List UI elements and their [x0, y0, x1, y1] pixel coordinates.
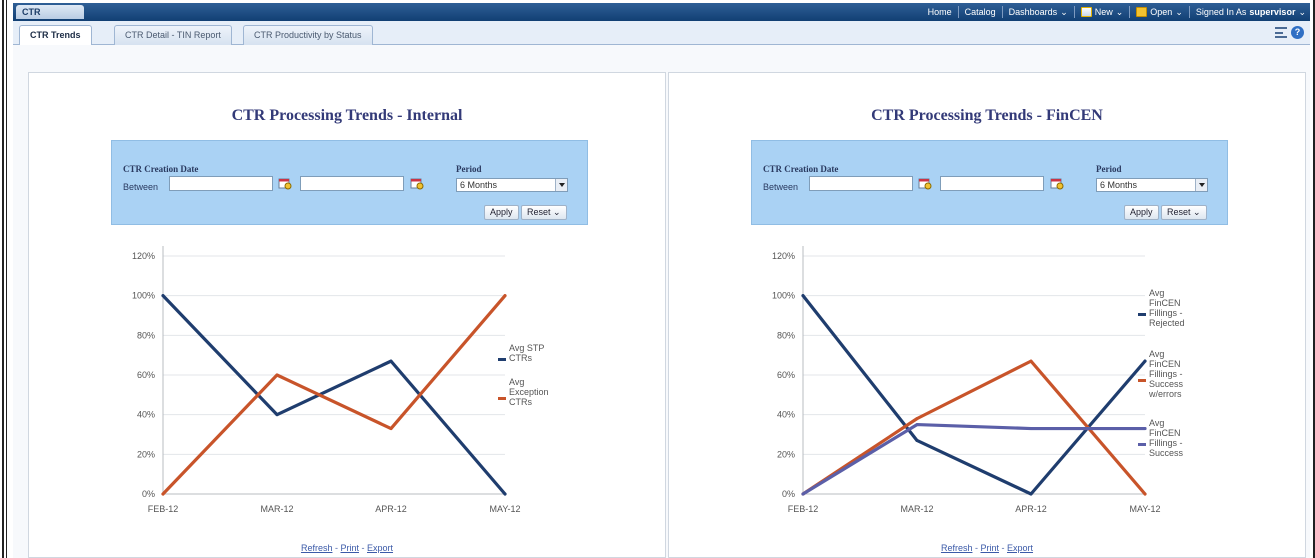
data-point[interactable]	[161, 294, 165, 298]
data-point[interactable]	[1143, 492, 1147, 496]
refresh-link[interactable]: Refresh	[301, 543, 333, 553]
username: supervisor	[1249, 7, 1296, 17]
data-point[interactable]	[275, 373, 279, 377]
chevron-down-icon: ⌄	[1115, 6, 1124, 17]
data-point[interactable]	[1029, 359, 1033, 363]
data-point[interactable]	[275, 413, 279, 417]
tab-ctr-trends[interactable]: CTR Trends	[19, 25, 92, 46]
data-point[interactable]	[1029, 492, 1033, 496]
data-point[interactable]	[1143, 359, 1147, 363]
dashboards-label: Dashboards	[1008, 7, 1058, 17]
user-menu[interactable]: Signed In As supervisor ⌄	[1196, 7, 1306, 18]
data-point[interactable]	[1029, 427, 1033, 431]
legend-swatch	[1138, 443, 1146, 446]
y-tick-label: 20%	[777, 449, 795, 459]
y-tick-label: 100%	[132, 291, 155, 301]
x-tick-label: MAY-12	[1129, 504, 1160, 514]
legend-swatch	[498, 397, 506, 400]
page-options-icon[interactable]	[1275, 27, 1287, 38]
series-line[interactable]	[161, 294, 507, 496]
x-tick-label: MAY-12	[489, 504, 520, 514]
y-tick-label: 60%	[777, 370, 795, 380]
chevron-down-icon: ⌄	[1175, 6, 1183, 17]
x-tick-label: FEB-12	[148, 504, 179, 514]
y-tick-label: 0%	[142, 489, 155, 499]
app-title: CTR	[16, 5, 84, 19]
data-point[interactable]	[915, 417, 919, 421]
global-nav: Home Catalog Dashboards ⌄ New ⌄ Open ⌄ Sign…	[928, 6, 1306, 18]
signed-in-label: Signed In As	[1195, 7, 1247, 17]
refresh-link[interactable]: Refresh	[941, 543, 973, 553]
data-point[interactable]	[915, 423, 919, 427]
home-link[interactable]: Home	[928, 7, 952, 17]
panel-internal: CTR Processing Trends - Internal CTR Cre…	[28, 72, 666, 558]
y-tick-label: 80%	[777, 330, 795, 340]
legend-swatch	[498, 358, 506, 361]
x-tick-label: APR-12	[375, 504, 407, 514]
y-tick-label: 40%	[137, 410, 155, 420]
tab-ctr-detail-tin-report[interactable]: CTR Detail - TIN Report	[114, 25, 232, 45]
catalog-link[interactable]: Catalog	[965, 7, 996, 17]
line-chart-fincen: 0% 20% 40% 60% 80% 100% 120% FEB-12 MAR-12 APR-12…	[772, 246, 1185, 514]
y-tick-label: 120%	[132, 251, 155, 261]
y-tick-label: 0%	[782, 489, 795, 499]
x-tick-label: FEB-12	[788, 504, 819, 514]
data-point[interactable]	[801, 294, 805, 298]
new-document-icon	[1080, 7, 1092, 17]
x-tick-label: MAR-12	[900, 504, 933, 514]
print-link[interactable]: Print	[980, 543, 999, 553]
legend-swatch	[1138, 379, 1146, 382]
y-tick-label: 120%	[772, 251, 795, 261]
data-point[interactable]	[161, 492, 165, 496]
y-tick-label: 80%	[137, 330, 155, 340]
data-point[interactable]	[503, 492, 507, 496]
data-point[interactable]	[915, 438, 919, 442]
x-tick-label: MAR-12	[260, 504, 293, 514]
legend-swatch	[1138, 313, 1146, 316]
x-tick-label: APR-12	[1015, 504, 1047, 514]
data-point[interactable]	[801, 492, 805, 496]
report-links: Refresh - Print - Export	[300, 543, 394, 553]
dashboard-tab-strip: CTR Trends CTR Detail - TIN Report CTR P…	[13, 21, 1310, 46]
help-icon[interactable]: ?	[1291, 26, 1304, 39]
legend-label: Avg Exception CTRs	[509, 377, 549, 407]
folder-icon	[1136, 7, 1148, 17]
new-label: New	[1094, 7, 1113, 17]
y-tick-label: 20%	[137, 449, 155, 459]
chevron-down-icon: ⌄	[1060, 6, 1068, 17]
data-point[interactable]	[1143, 427, 1147, 431]
chevron-down-icon: ⌄	[1298, 6, 1306, 17]
data-point[interactable]	[389, 359, 393, 363]
report-links: Refresh - Print - Export	[940, 543, 1034, 553]
open-menu[interactable]: Open ⌄	[1136, 7, 1183, 18]
tab-ctr-productivity-by-status[interactable]: CTR Productivity by Status	[243, 25, 373, 45]
dashboards-menu[interactable]: Dashboards ⌄	[1009, 7, 1068, 18]
export-link[interactable]: Export	[367, 543, 393, 553]
top-navigation-bar: CTR Home Catalog Dashboards ⌄ New ⌄ Open ⌄ …	[13, 3, 1310, 21]
legend-label: Avg FinCEN Fillings -Success w/errors	[1148, 349, 1184, 399]
series-line[interactable]	[161, 294, 507, 496]
page-options: ?	[1275, 26, 1304, 39]
print-link[interactable]: Print	[340, 543, 359, 553]
legend-label: Avg FinCEN Fillings -Success	[1149, 418, 1184, 458]
panel-fincen: CTR Processing Trends - FinCEN CTR Creat…	[668, 72, 1306, 558]
new-menu[interactable]: New ⌄	[1080, 6, 1124, 18]
data-point[interactable]	[389, 427, 393, 431]
line-chart-internal: 0% 20% 40% 60% 80% 100% 120% FEB-12 MAR-12 APR-12…	[132, 246, 549, 514]
y-tick-label: 100%	[772, 291, 795, 301]
open-label: Open	[1150, 7, 1173, 17]
legend-label: Avg STP CTRs	[509, 343, 544, 363]
legend-label: Avg FinCEN Fillings -Rejected	[1149, 288, 1185, 328]
export-link[interactable]: Export	[1007, 543, 1033, 553]
y-tick-label: 40%	[777, 410, 795, 420]
window-frame-left	[2, 0, 7, 558]
data-point[interactable]	[503, 294, 507, 298]
y-tick-label: 60%	[137, 370, 155, 380]
